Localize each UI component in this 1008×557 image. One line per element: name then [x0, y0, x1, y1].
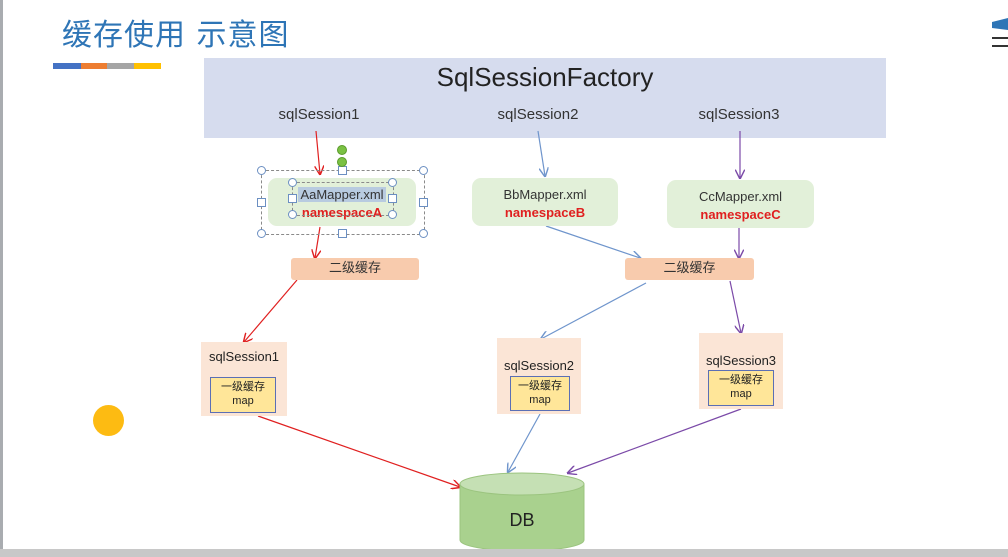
level2-cache-a[interactable]: 二级缓存	[291, 258, 419, 280]
arrow-session1-to-db	[257, 415, 460, 487]
arrow-cache2a-to-session1	[244, 279, 298, 342]
mapper-b-namespace: namespaceB	[504, 205, 586, 220]
db-label: DB	[509, 510, 535, 530]
arrow-cache2b-to-session3	[729, 280, 741, 333]
resize-handle-se[interactable]	[419, 229, 428, 238]
session-2-box[interactable]: sqlSession2 一级缓存 map	[497, 338, 581, 414]
rotate-handle[interactable]	[337, 145, 347, 155]
rotate-handle-stem[interactable]	[337, 157, 347, 167]
session-2-name: sqlSession2	[503, 358, 575, 373]
session-2-cache-type: map	[529, 394, 551, 406]
resize-handle-nw[interactable]	[257, 166, 266, 175]
bottom-scroll-bar	[0, 549, 1008, 557]
resize-handle-ne[interactable]	[419, 166, 428, 175]
session-1-name: sqlSession1	[208, 349, 280, 364]
text-handle-ne[interactable]	[388, 178, 397, 187]
text-handle-e[interactable]	[388, 194, 397, 203]
text-handle-se[interactable]	[388, 210, 397, 219]
arrow-mapperB-to-cache2b	[545, 225, 640, 258]
session-1-cache-type: map	[232, 395, 254, 407]
session-3-level1-cache: 一级缓存 map	[708, 370, 774, 406]
resize-handle-n[interactable]	[338, 166, 347, 175]
session-3-name: sqlSession3	[705, 353, 777, 368]
text-handle-w[interactable]	[288, 194, 297, 203]
resize-handle-e[interactable]	[419, 198, 428, 207]
arrow-session1-to-mapperA	[316, 130, 320, 174]
mapper-c-file: CcMapper.xml	[698, 189, 783, 204]
resize-handle-s[interactable]	[338, 229, 347, 238]
mapper-b-file: BbMapper.xml	[503, 187, 587, 202]
mapper-b-box[interactable]: BbMapper.xml namespaceB	[472, 178, 618, 226]
session-1-cache-label: 一级缓存	[221, 381, 265, 393]
arrow-session3-to-db	[568, 408, 742, 473]
text-handle-nw[interactable]	[288, 178, 297, 187]
session-1-box[interactable]: sqlSession1 一级缓存 map	[201, 342, 287, 416]
laser-pointer-dot	[93, 405, 124, 436]
session-2-cache-label: 一级缓存	[518, 380, 562, 392]
text-selection-frame	[292, 182, 394, 216]
session-3-cache-type: map	[730, 388, 752, 400]
session-2-level1-cache: 一级缓存 map	[510, 376, 570, 411]
mapper-c-namespace: namespaceC	[700, 207, 781, 222]
arrow-session2-to-db	[508, 413, 541, 472]
session-1-level1-cache: 一级缓存 map	[210, 377, 276, 413]
text-handle-sw[interactable]	[288, 210, 297, 219]
resize-handle-w[interactable]	[257, 198, 266, 207]
arrow-session2-to-mapperB	[537, 130, 545, 176]
level2-cache-b[interactable]: 二级缓存	[625, 258, 754, 280]
arrow-cache2b-to-session2	[541, 282, 647, 339]
resize-handle-sw[interactable]	[257, 229, 266, 238]
session-3-cache-label: 一级缓存	[719, 374, 763, 386]
session-3-box[interactable]: sqlSession3 一级缓存 map	[699, 333, 783, 409]
mapper-c-box[interactable]: CcMapper.xml namespaceC	[667, 180, 814, 228]
